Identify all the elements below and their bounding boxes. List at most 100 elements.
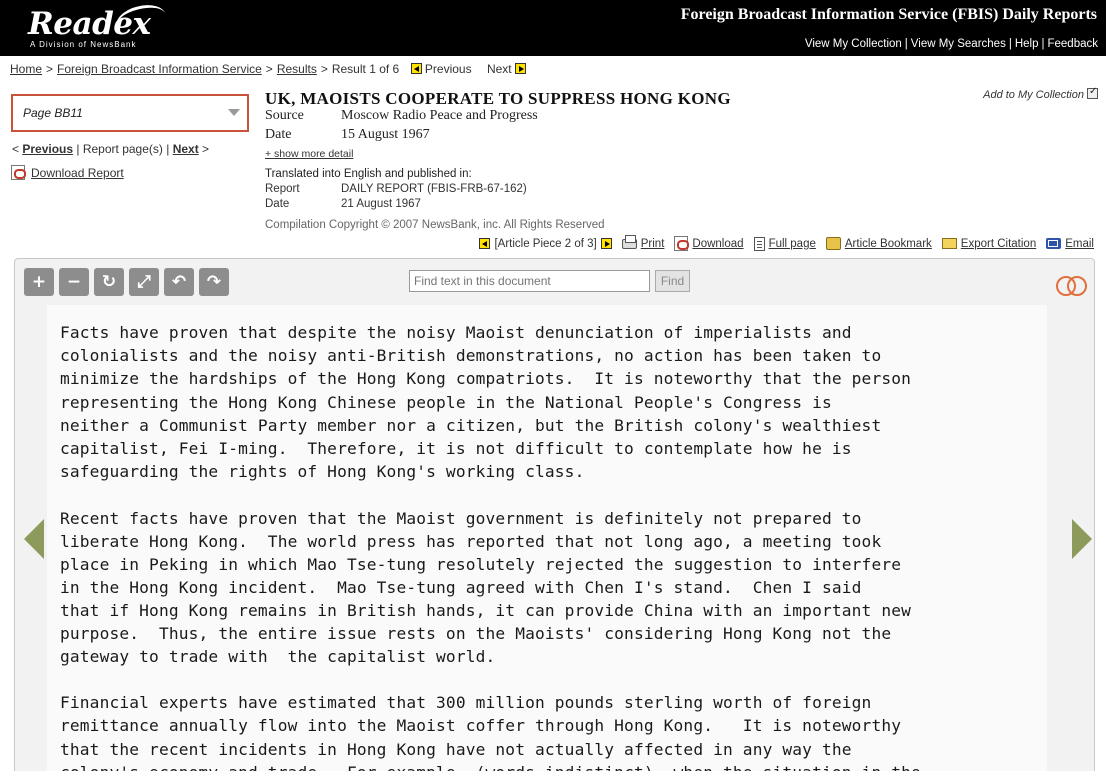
article-bookmark-link[interactable]: Article Bookmark — [845, 238, 932, 250]
date-label: Date — [265, 127, 292, 142]
prev-piece-icon[interactable] — [479, 238, 491, 249]
next-piece-icon[interactable] — [600, 238, 612, 249]
view-my-searches-link[interactable]: View My Searches — [911, 38, 1006, 50]
page-select-value: Page BB11 — [23, 106, 83, 120]
fit-page-icon[interactable]: ⤢ — [129, 268, 159, 296]
prev-arrow-icon — [410, 63, 422, 74]
report-label: Report — [265, 183, 300, 195]
rotate-left-icon[interactable]: ↶ — [164, 268, 194, 296]
date-row: Date 15 August 1967 — [265, 127, 430, 143]
doc-line: Facts have proven that despite the noisy… — [60, 323, 852, 342]
email-tool[interactable]: Email — [1046, 238, 1094, 250]
full-page-tool[interactable]: Full page — [753, 236, 816, 251]
article-tools: [Article Piece 2 of 3] Print Download Fu… — [479, 234, 1094, 251]
chevron-down-icon — [228, 109, 240, 116]
doc-line: gateway to trade with the capitalist wor… — [60, 647, 496, 666]
prev-result-label: Previous — [424, 62, 472, 76]
user-links: View My Collection | View My Searches | Help… — [804, 38, 1098, 50]
next-page-link[interactable]: Next — [173, 142, 199, 156]
next-arrow-icon — [514, 63, 526, 74]
doc-line: Recent facts have proven that the Maoist… — [60, 509, 862, 528]
download-report[interactable]: Download Report — [11, 165, 124, 180]
doc-line: that if Hong Kong remains in British han… — [60, 601, 912, 620]
doc-line: neither a Communist Party member nor a c… — [60, 416, 882, 435]
bookmark-icon — [825, 237, 841, 250]
download-link[interactable]: Download — [692, 238, 743, 250]
source-label: Source — [265, 108, 304, 123]
doc-line: colony's economy and trade. For example,… — [60, 761, 921, 771]
report-date-value: 21 August 1967 — [341, 198, 421, 210]
doc-line: colonialists and the noisy anti-British … — [60, 346, 882, 365]
export-citation-link[interactable]: Export Citation — [961, 238, 1036, 250]
find-button[interactable]: Find — [655, 270, 690, 292]
reset-icon[interactable]: ↻ — [94, 268, 124, 296]
article-title: UK, MAOISTS COOPERATE TO SUPPRESS HONG K… — [265, 89, 731, 108]
copyright: Compilation Copyright © 2007 NewsBank, i… — [265, 219, 605, 231]
export-tool[interactable]: Export Citation — [941, 238, 1036, 250]
print-tool[interactable]: Print — [621, 234, 665, 250]
printer-icon — [621, 234, 637, 249]
next-result[interactable]: Next — [487, 62, 526, 76]
email-link[interactable]: Email — [1065, 238, 1094, 250]
email-icon — [1046, 238, 1062, 249]
top-header: Readex A Division of NewsBank Foreign Br… — [0, 0, 1106, 56]
doc-line: capitalist, Fei I-ming. Therefore, it is… — [60, 439, 852, 458]
doc-line: that the recent incidents in Hong Kong h… — [60, 740, 852, 759]
feedback-link[interactable]: Feedback — [1047, 38, 1098, 50]
page-icon — [753, 236, 765, 251]
report-date-row: Date 21 August 1967 — [265, 198, 421, 210]
view-my-collection-link[interactable]: View My Collection — [805, 38, 902, 50]
document-image: Facts have proven that despite the noisy… — [47, 305, 1047, 771]
zoom-out-icon[interactable]: − — [59, 268, 89, 296]
prev-result[interactable]: Previous — [410, 62, 472, 76]
prev-page-arrow-icon[interactable] — [24, 519, 44, 559]
bookmark-tool[interactable]: Article Bookmark — [825, 237, 932, 250]
report-value: DAILY REPORT (FBIS-FRB-67-162) — [341, 183, 527, 195]
breadcrumb: Home > Foreign Broadcast Information Servi… — [10, 62, 526, 76]
pdf-icon — [674, 236, 690, 251]
full-page-link[interactable]: Full page — [769, 238, 816, 250]
report-pages-label: Report page(s) — [82, 142, 163, 156]
page-select-dropdown[interactable]: Page BB11 — [11, 94, 249, 132]
breadcrumb-fbis[interactable]: Foreign Broadcast Information Service — [57, 62, 262, 76]
result-position: Result 1 of 6 — [331, 62, 400, 76]
add-to-collection-checkbox[interactable] — [1087, 86, 1098, 99]
doc-line: liberate Hong Kong. The world press has … — [60, 532, 882, 551]
rotate-right-icon[interactable]: ↷ — [199, 268, 229, 296]
doc-line: in the Hong Kong incident. Mao Tse-tung … — [60, 578, 862, 597]
doc-line: representing the Hong Kong Chinese peopl… — [60, 393, 832, 412]
print-link[interactable]: Print — [641, 238, 665, 250]
breadcrumb-home[interactable]: Home — [10, 62, 42, 76]
date-value: 15 August 1967 — [341, 127, 430, 142]
breadcrumb-results[interactable]: Results — [277, 62, 317, 76]
find-text-input[interactable] — [409, 270, 650, 292]
article-piece-nav: [Article Piece 2 of 3] — [479, 237, 612, 250]
site-title: Foreign Broadcast Information Service (F… — [680, 6, 1097, 23]
help-link[interactable]: Help — [1015, 38, 1039, 50]
logo-subtitle: A Division of NewsBank — [30, 40, 137, 49]
download-tool[interactable]: Download — [674, 236, 744, 251]
add-to-collection[interactable]: Add to My Collection — [983, 86, 1098, 101]
report-pager: < Previous | Report page(s) | Next > — [12, 142, 210, 156]
viewer-toolbar: + − ↻ ⤢ ↶ ↷ — [24, 268, 229, 296]
doc-line: Financial experts have estimated that 30… — [60, 693, 872, 712]
doc-line: minimize the hardships of the Hong Kong … — [60, 369, 912, 388]
document-viewer: + − ↻ ⤢ ↶ ↷ Find Facts have proven that … — [14, 258, 1095, 771]
next-result-label: Next — [486, 62, 512, 76]
prev-page-link[interactable]: Previous — [22, 142, 73, 156]
doc-line: remittance annually flow into the Maoist… — [60, 716, 902, 735]
view-toggle-icon[interactable] — [1056, 276, 1088, 296]
export-icon — [941, 238, 957, 249]
source-row: Source Moscow Radio Peace and Progress — [265, 108, 538, 124]
zoom-in-icon[interactable]: + — [24, 268, 54, 296]
doc-line: place in Peking in which Mao Tse-tung re… — [60, 555, 902, 574]
report-date-label: Date — [265, 198, 290, 210]
doc-line: purpose. Thus, the entire issue rests on… — [60, 624, 892, 643]
download-report-link[interactable]: Download Report — [31, 166, 124, 180]
pdf-icon — [11, 165, 26, 180]
source-value: Moscow Radio Peace and Progress — [341, 108, 538, 123]
doc-line: safeguarding the rights of Hong Kong's w… — [60, 462, 585, 481]
article-piece-label: [Article Piece 2 of 3] — [494, 237, 597, 250]
next-page-arrow-icon[interactable] — [1072, 519, 1092, 559]
show-more-detail-link[interactable]: + show more detail — [265, 148, 353, 160]
